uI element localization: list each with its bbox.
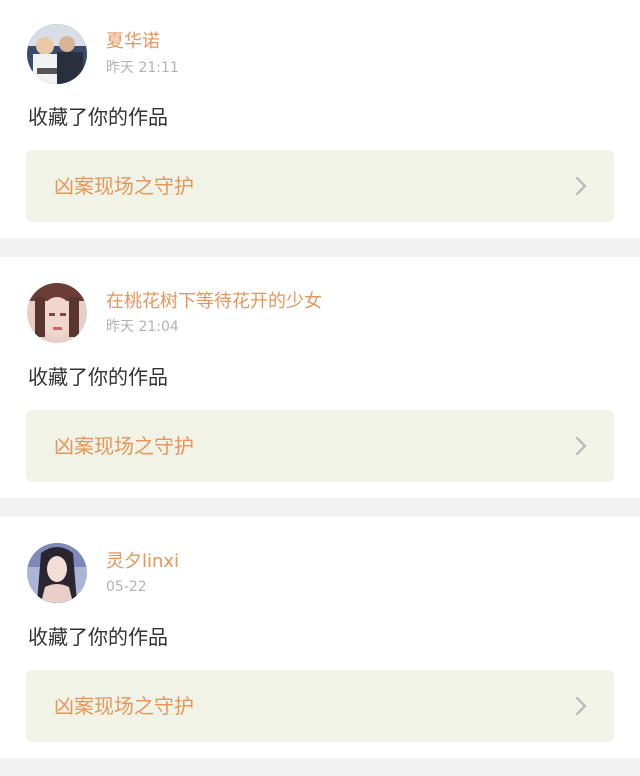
chevron-right-icon — [575, 176, 587, 196]
username[interactable]: 灵夕linxi — [106, 551, 179, 573]
user-avatar[interactable] — [27, 543, 87, 603]
work-title: 凶案现场之守护 — [54, 694, 194, 718]
user-avatar[interactable] — [27, 283, 87, 343]
chevron-right-icon — [575, 696, 587, 716]
timestamp: 昨天 21:11 — [106, 60, 179, 76]
action-text: 收藏了你的作品 — [28, 365, 168, 389]
notification-feed: 夏华诺 昨天 21:11 收藏了你的作品 凶案现场之守护 在桃花树下等待花开的少… — [0, 0, 640, 776]
notification-card: 夏华诺 昨天 21:11 收藏了你的作品 凶案现场之守护 — [0, 0, 640, 238]
user-avatar[interactable] — [27, 24, 87, 84]
notification-card: 灵夕linxi 05-22 收藏了你的作品 凶案现场之守护 — [0, 517, 640, 758]
work-title: 凶案现场之守护 — [54, 434, 194, 458]
notification-card: 在桃花树下等待花开的少女 昨天 21:04 收藏了你的作品 凶案现场之守护 — [0, 257, 640, 498]
chevron-right-icon — [575, 436, 587, 456]
work-link-card[interactable]: 凶案现场之守护 — [26, 670, 614, 742]
work-link-card[interactable]: 凶案现场之守护 — [26, 410, 614, 482]
work-title: 凶案现场之守护 — [54, 174, 194, 198]
work-link-card[interactable]: 凶案现场之守护 — [26, 150, 614, 222]
username[interactable]: 在桃花树下等待花开的少女 — [106, 291, 322, 313]
timestamp: 昨天 21:04 — [106, 319, 179, 335]
action-text: 收藏了你的作品 — [28, 625, 168, 649]
timestamp: 05-22 — [106, 579, 147, 595]
action-text: 收藏了你的作品 — [28, 105, 168, 129]
username[interactable]: 夏华诺 — [106, 31, 160, 53]
